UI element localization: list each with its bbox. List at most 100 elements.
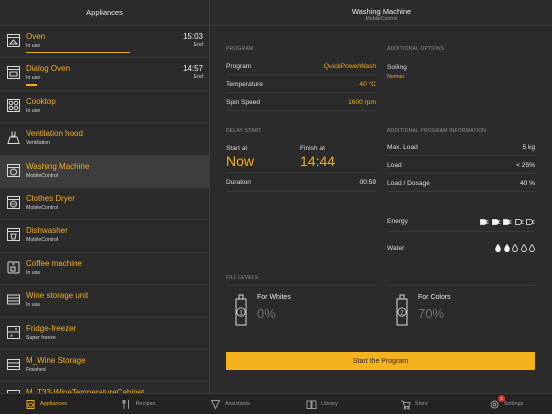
start-at-value[interactable]: Now xyxy=(226,153,254,169)
detail-title: Washing Machine xyxy=(351,7,412,16)
info-row: Load < 25% xyxy=(387,157,535,174)
energy-label: Energy xyxy=(387,218,408,225)
detergent-bottle-icon: 1 xyxy=(233,293,249,327)
fill-section-label: FILL LEVELS xyxy=(226,275,259,281)
program-row-value: 1600 rpm xyxy=(348,98,376,106)
fridge-freezer-icon: ❄ xyxy=(6,325,21,340)
appliance-row[interactable]: M_T33-WineTemperatureCabinet xyxy=(0,382,209,393)
appliance-text: Oven In use xyxy=(26,32,45,50)
library-icon xyxy=(306,399,317,410)
fill-level-box[interactable]: 1 For Whites 0% xyxy=(226,285,376,331)
appliance-status: MobileControl xyxy=(26,172,59,179)
appliance-row[interactable]: Clothes Dryer MobileControl xyxy=(0,188,209,221)
hood-icon xyxy=(6,130,21,145)
appliance-row[interactable]: Ventilation hood Ventilation xyxy=(0,123,209,156)
start-program-button[interactable]: Start the Program xyxy=(226,352,535,370)
appliance-detail-panel: Washing Machine MobileControl PROGRAM Pr… xyxy=(211,0,552,393)
program-row[interactable]: Program QuickPowerWash xyxy=(226,58,376,75)
delay-section-label: DELAY START xyxy=(226,128,262,134)
appliance-name: Oven xyxy=(26,32,46,41)
appliances-icon xyxy=(25,399,36,410)
program-row[interactable]: Temperature 40 °C xyxy=(226,76,376,93)
program-row-label: Spin Speed xyxy=(226,98,261,106)
appliance-status: In use xyxy=(26,43,41,49)
info-row-value: 5 kg xyxy=(522,143,535,151)
appliance-row[interactable]: Washing Machine MobileControl xyxy=(0,155,209,188)
appliance-status: Ventilation xyxy=(26,140,50,147)
wine-storage-icon xyxy=(6,357,21,372)
duration-value: 00:59 xyxy=(359,178,376,186)
appliance-name: Dialog Oven xyxy=(26,64,71,74)
appliance-row[interactable]: Oven In use 15:03 End xyxy=(0,26,209,59)
appliance-text: Fridge-freezer Super freeze xyxy=(26,324,76,342)
info-row-label: Load xyxy=(387,161,402,169)
tab-settings[interactable]: Settings 1 xyxy=(460,394,552,414)
program-section-label: PROGRAM xyxy=(226,46,254,52)
water-drop-icon xyxy=(520,244,527,252)
fill-level-title: For Colors xyxy=(418,294,451,301)
detail-header: Washing Machine MobileControl xyxy=(211,0,552,26)
appliance-row[interactable]: Coffee machine In use xyxy=(0,253,209,286)
fill-level-title: For Whites xyxy=(257,294,291,301)
appliance-name: Ventilation hood xyxy=(26,129,83,139)
tab-assistants[interactable]: Assistants xyxy=(184,394,276,414)
appliance-row[interactable]: Dishwasher MobileControl xyxy=(0,220,209,253)
appliance-row[interactable]: Cooktop In use xyxy=(0,91,209,124)
tab-library[interactable]: Library xyxy=(276,394,368,414)
appliance-list: Oven In use 15:03 End Dialog Oven In use 14:57… xyxy=(0,26,209,393)
appliance-status: MobileControl xyxy=(26,204,59,211)
program-row[interactable]: Spin Speed 1600 rpm xyxy=(226,94,376,111)
appliance-row[interactable]: ❄ Fridge-freezer Super freeze xyxy=(0,318,209,350)
finish-at-label: Finish at xyxy=(300,145,325,152)
fill-level-value: 0% xyxy=(257,306,276,321)
water-meter xyxy=(495,244,535,252)
duration-label: Duration xyxy=(226,178,251,186)
tab-appliances[interactable]: Appliances xyxy=(0,394,92,414)
duration-row: Duration 00:59 xyxy=(226,172,376,192)
tab-label: Store xyxy=(414,401,429,407)
appliance-row[interactable]: M_Wine Storage Finished xyxy=(0,350,209,383)
appliance-text: Dishwasher MobileControl xyxy=(26,226,68,244)
svg-text:❄: ❄ xyxy=(10,333,14,338)
appliance-text: Coffee machine In use xyxy=(26,259,82,277)
program-row-label: Temperature xyxy=(226,80,264,88)
detergent-bottle-icon: 2 xyxy=(394,293,410,327)
tab-bar: Appliances Recipes Assistants Library Store S… xyxy=(0,393,552,414)
soiling-label[interactable]: Soiling xyxy=(387,64,407,71)
appliance-text: Ventilation hood Ventilation xyxy=(26,129,83,147)
water-drop-icon xyxy=(495,244,501,252)
info-row-value: 40 % xyxy=(519,179,535,187)
start-at-label: Start at xyxy=(226,145,248,152)
energy-plug-icon xyxy=(514,218,524,225)
appliance-status: In use xyxy=(26,302,41,309)
info-row-value: < 25% xyxy=(516,161,535,169)
appliance-name: Dishwasher xyxy=(26,226,68,236)
wine-unit-icon xyxy=(6,292,21,307)
tab-store[interactable]: Store xyxy=(368,394,460,414)
washing-machine-icon xyxy=(6,163,21,178)
energy-plug-icon xyxy=(503,218,512,225)
info-row: Max. Load 5 kg xyxy=(387,139,535,156)
finish-at-value[interactable]: 14:44 xyxy=(300,153,335,169)
water-drop-icon xyxy=(512,244,518,252)
appliance-name: Wine storage unit xyxy=(26,291,89,301)
energy-plug-icon xyxy=(491,218,501,225)
appliance-end-label: End xyxy=(193,74,203,81)
program-row-label: Program xyxy=(226,62,252,70)
fill-level-box[interactable]: 2 For Colors 70% xyxy=(387,285,535,331)
energy-plug-icon xyxy=(480,218,489,225)
dishwasher-icon xyxy=(6,227,21,242)
appliance-row[interactable]: Dialog Oven In use 14:57 End xyxy=(0,58,209,91)
soiling-value[interactable]: Normal xyxy=(387,74,404,80)
appliance-name: Fridge-freezer xyxy=(26,323,77,333)
appliance-status: Finished xyxy=(26,366,46,373)
appliance-status: MobileControl xyxy=(26,237,59,244)
appliance-row[interactable]: Wine storage unit In use xyxy=(0,285,209,318)
options-section-label: ADDITIONAL OPTIONS xyxy=(387,46,445,52)
oven-icon xyxy=(6,33,21,48)
recipes-icon xyxy=(121,399,132,410)
energy-row: Energy xyxy=(387,212,535,232)
fill-level-value: 70% xyxy=(418,306,445,321)
tab-recipes[interactable]: Recipes xyxy=(92,394,184,414)
info-row-label: Load / Dosage xyxy=(387,179,430,187)
